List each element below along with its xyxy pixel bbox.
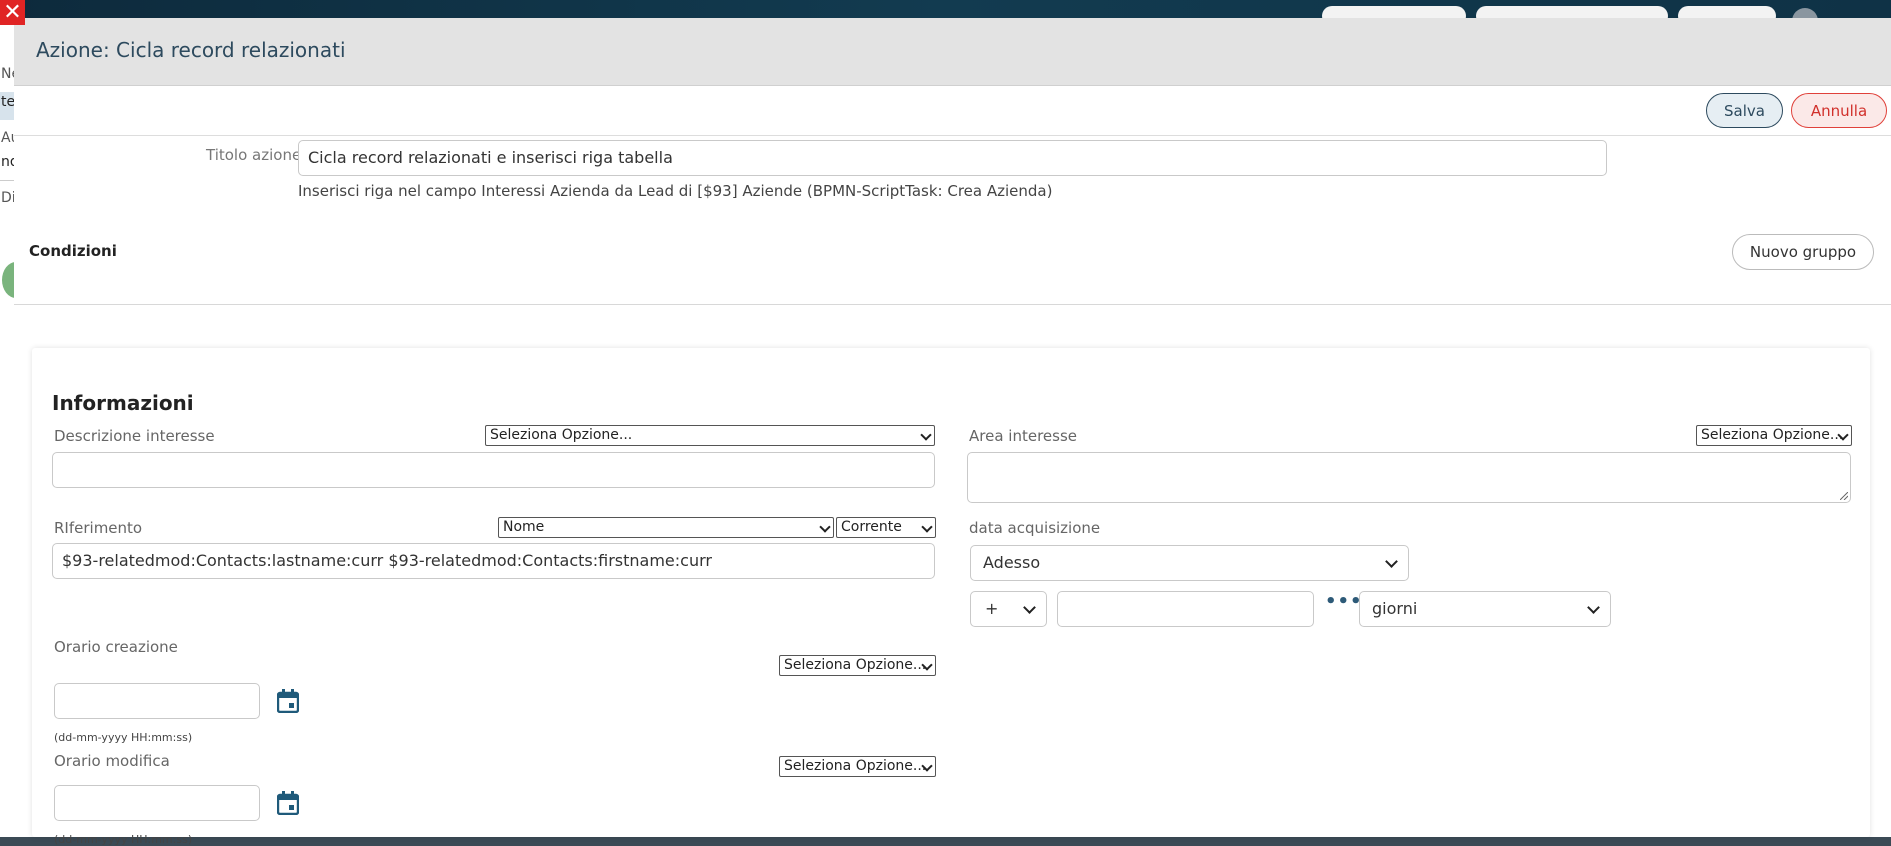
modal-action-bar: [14, 86, 1891, 136]
cancel-button[interactable]: Annulla: [1791, 93, 1887, 128]
modal-title: Azione: Cicla record relazionati: [36, 38, 346, 62]
background-text: nd: [1, 154, 14, 170]
chevron-down-icon: [1587, 601, 1600, 614]
background-text: Ne: [1, 66, 14, 82]
descrizione-interesse-label: Descrizione interesse: [54, 427, 215, 445]
select-value: Seleziona Opzione...: [1701, 427, 1844, 443]
calendar-icon[interactable]: [277, 791, 299, 815]
descrizione-interesse-input[interactable]: [52, 452, 935, 488]
conditions-title: Condizioni: [29, 242, 117, 260]
background-text: Au: [1, 130, 14, 146]
chevron-down-icon: [920, 429, 932, 441]
data-acquisizione-label: data acquisizione: [969, 519, 1101, 537]
orario-modifica-option-select[interactable]: Seleziona Opzione...: [779, 756, 936, 777]
area-interesse-label: Area interesse: [969, 427, 1077, 445]
orario-modifica-input[interactable]: [54, 785, 260, 821]
background-text: te: [1, 94, 14, 110]
action-title-input[interactable]: Cicla record relazionati e inserisci rig…: [298, 140, 1607, 176]
orario-creazione-option-select[interactable]: Seleziona Opzione...: [779, 655, 936, 676]
select-value: Seleziona Opzione...: [784, 758, 927, 774]
section-divider: [14, 304, 1891, 305]
section-title: Informazioni: [52, 391, 194, 415]
chevron-down-icon: [1385, 555, 1398, 568]
more-dots-icon[interactable]: •••: [1325, 591, 1363, 612]
descrizione-interesse-option-select[interactable]: Seleziona Opzione...: [485, 425, 935, 446]
background-app-sidebar: Ne te Au nd Di: [0, 18, 14, 837]
select-value: Adesso: [983, 553, 1041, 572]
riferimento-field-select[interactable]: Nome: [498, 517, 834, 538]
area-interesse-textarea[interactable]: [967, 452, 1851, 503]
close-icon[interactable]: ✕: [0, 0, 25, 25]
action-description: Inserisci riga nel campo Interessi Azien…: [298, 182, 1053, 200]
select-value: Seleziona Opzione...: [490, 427, 633, 443]
data-acquisizione-select[interactable]: Adesso: [970, 545, 1409, 581]
data-acquisizione-amount-input[interactable]: [1057, 591, 1314, 627]
informazioni-section: Informazioni Descrizione interesse Selez…: [32, 348, 1870, 846]
new-group-button[interactable]: Nuovo gruppo: [1732, 234, 1874, 270]
orario-creazione-input[interactable]: [54, 683, 260, 719]
area-interesse-option-select[interactable]: Seleziona Opzione...: [1696, 425, 1852, 446]
select-value: Corrente: [841, 519, 902, 535]
select-value: Nome: [503, 519, 545, 535]
orario-creazione-label: Orario creazione: [54, 638, 178, 656]
orario-creazione-format-hint: (dd-mm-yyyy HH:mm:ss): [54, 731, 193, 744]
action-title-label: Titolo azione: [206, 146, 302, 164]
orario-modifica-label: Orario modifica: [54, 752, 170, 770]
riferimento-scope-select[interactable]: Corrente: [836, 517, 936, 538]
save-button[interactable]: Salva: [1706, 93, 1783, 128]
riferimento-label: RIferimento: [54, 519, 143, 537]
modal-header: Azione: Cicla record relazionati: [14, 18, 1891, 86]
calendar-icon[interactable]: [277, 689, 299, 713]
resize-grip-icon[interactable]: [1840, 492, 1848, 500]
background-divider: [0, 180, 14, 181]
action-modal: Azione: Cicla record relazionati Salva A…: [14, 18, 1891, 846]
data-acquisizione-unit-select[interactable]: giorni: [1359, 591, 1611, 627]
background-text: Di: [1, 190, 14, 206]
chevron-down-icon: [1023, 601, 1036, 614]
background-avatar: [2, 262, 14, 298]
select-value: Seleziona Opzione...: [784, 657, 927, 673]
chevron-down-icon: [819, 521, 831, 533]
chevron-down-icon: [921, 521, 933, 533]
riferimento-input[interactable]: $93-relatedmod:Contacts:lastname:curr $9…: [52, 543, 935, 579]
data-acquisizione-operator-select[interactable]: +: [970, 591, 1047, 627]
select-value: +: [985, 599, 999, 618]
select-value: giorni: [1372, 599, 1418, 618]
orario-modifica-format-hint: (dd-mm-yyyy HH:mm:ss): [54, 833, 193, 846]
